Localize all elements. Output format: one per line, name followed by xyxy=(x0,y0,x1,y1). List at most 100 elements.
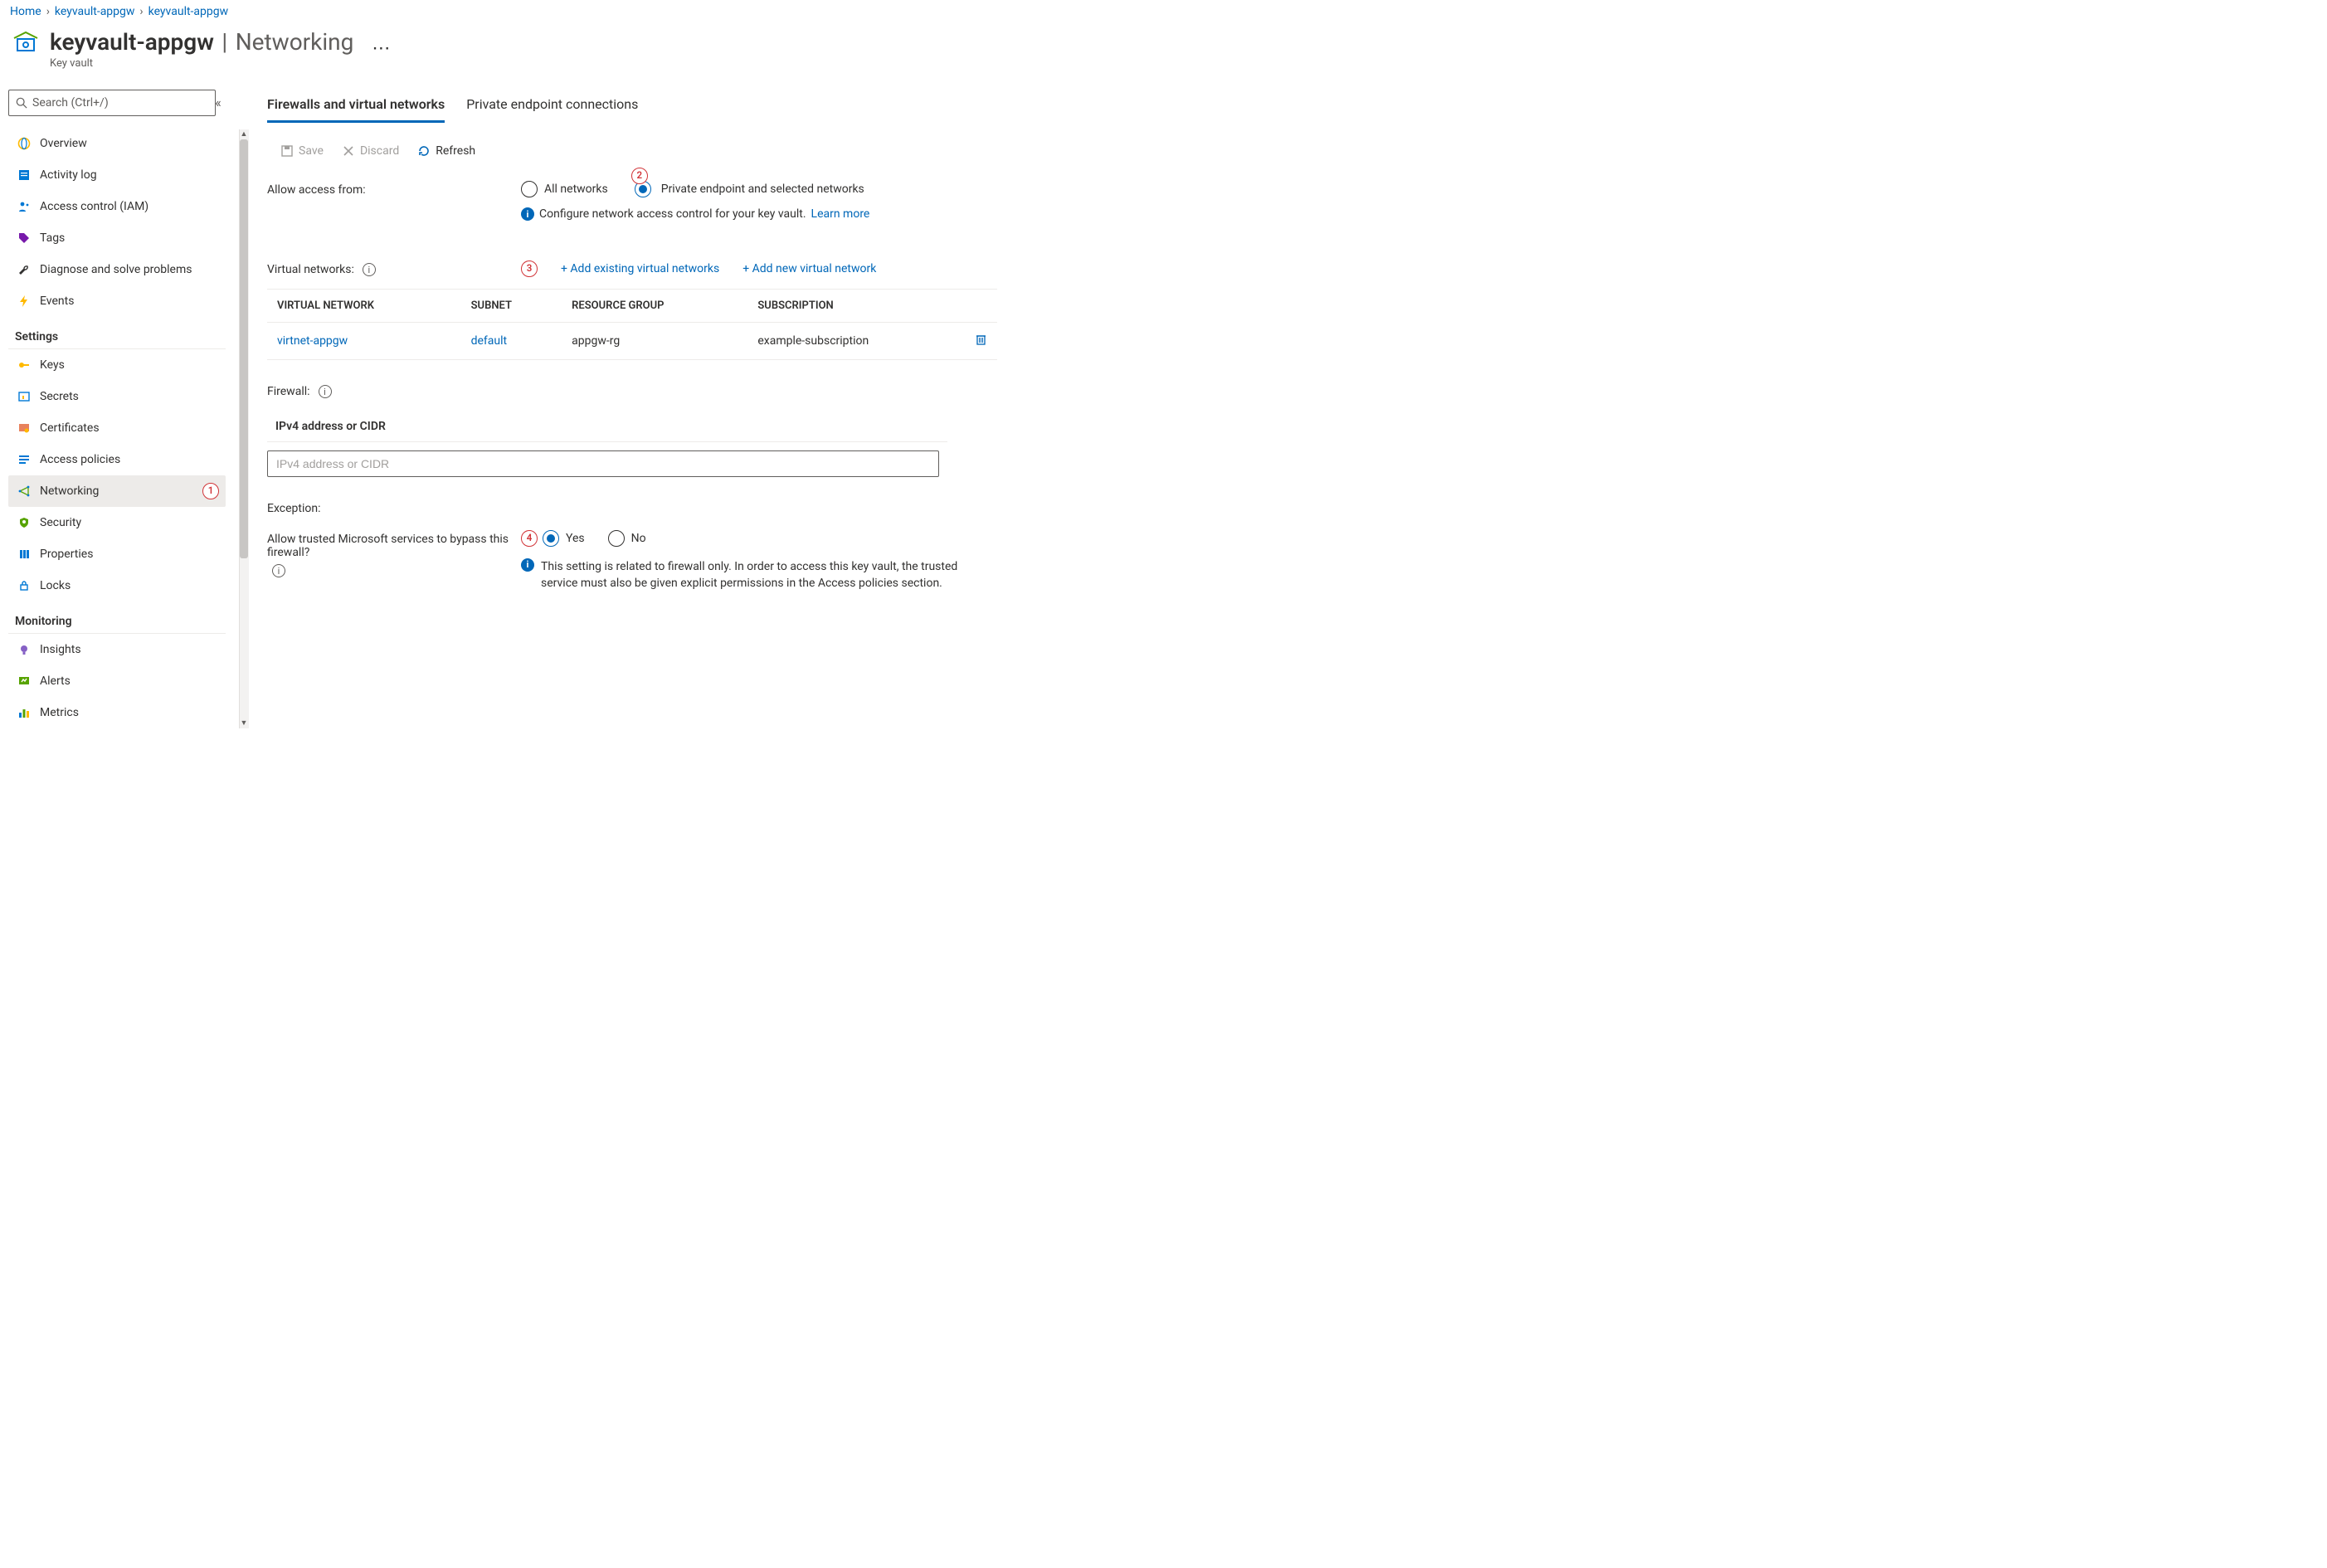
sidebar-item-label: Access control (IAM) xyxy=(40,200,148,213)
sidebar-search-placeholder: Search (Ctrl+/) xyxy=(32,96,109,110)
more-menu-icon[interactable]: ⋯ xyxy=(372,40,392,58)
properties-icon xyxy=(15,548,33,561)
radio-exception-no[interactable]: No xyxy=(608,530,646,547)
add-existing-vnet-link[interactable]: + Add existing virtual networks xyxy=(561,262,719,275)
refresh-label: Refresh xyxy=(436,144,475,158)
radio-exception-yes[interactable]: Yes xyxy=(543,530,585,547)
learn-more-link[interactable]: Learn more xyxy=(811,207,870,221)
search-icon xyxy=(16,97,27,109)
sidebar-item-overview[interactable]: Overview xyxy=(8,128,226,159)
info-outline-icon[interactable]: i xyxy=(363,263,376,276)
radio-label: No xyxy=(631,532,646,545)
page-header: keyvault-appgw | Networking Key vault ⋯ xyxy=(0,22,2327,86)
bolt-icon xyxy=(15,295,33,308)
sidebar-item-properties[interactable]: Properties xyxy=(8,538,226,570)
sidebar-item-metrics[interactable]: Metrics xyxy=(8,697,226,728)
subnet-link[interactable]: default xyxy=(471,334,508,348)
wrench-icon xyxy=(15,263,33,276)
exception-info-text: This setting is related to firewall only… xyxy=(541,558,969,592)
sidebar-item-activity-log[interactable]: Activity log xyxy=(8,159,226,191)
col-vnet: VIRTUAL NETWORK xyxy=(267,290,461,323)
radio-icon xyxy=(608,530,625,547)
keyvault-icon xyxy=(10,28,41,60)
table-row: virtnet-appgw default appgw-rg example-s… xyxy=(267,323,997,360)
sidebar-item-label: Metrics xyxy=(40,706,79,719)
step-badge-3: 3 xyxy=(521,261,538,277)
vnets-label: Virtual networks: xyxy=(267,263,354,276)
sidebar-item-label: Insights xyxy=(40,643,81,656)
breadcrumb-home[interactable]: Home xyxy=(10,5,41,18)
save-button[interactable]: Save xyxy=(274,141,330,161)
vnet-link[interactable]: virtnet-appgw xyxy=(277,334,348,348)
tab-private-endpoints[interactable]: Private endpoint connections xyxy=(466,93,638,123)
info-icon: i xyxy=(521,207,534,221)
sidebar-item-keys[interactable]: Keys xyxy=(8,349,226,381)
tag-icon xyxy=(15,231,33,245)
sidebar-item-certificates[interactable]: Certificates xyxy=(8,412,226,444)
sidebar-item-insights[interactable]: Insights xyxy=(8,634,226,665)
breadcrumb-current[interactable]: keyvault-appgw xyxy=(148,5,229,18)
sidebar-item-tags[interactable]: Tags xyxy=(8,222,226,254)
sidebar-item-networking[interactable]: Networking 1 xyxy=(8,475,226,507)
tab-firewalls[interactable]: Firewalls and virtual networks xyxy=(267,93,445,123)
info-outline-icon[interactable]: i xyxy=(272,564,285,577)
radio-private-endpoint[interactable]: 2 Private endpoint and selected networks xyxy=(635,181,864,197)
refresh-button[interactable]: Refresh xyxy=(411,141,482,161)
radio-icon xyxy=(543,530,559,547)
sidebar-item-locks[interactable]: Locks xyxy=(8,570,226,601)
step-badge-1: 1 xyxy=(202,483,219,499)
cidr-input[interactable] xyxy=(267,450,939,477)
sidebar-item-label: Access policies xyxy=(40,453,120,466)
delete-row-button[interactable] xyxy=(965,323,997,360)
iam-icon xyxy=(15,200,33,213)
sidebar-heading-monitoring: Monitoring xyxy=(8,601,226,634)
sidebar-item-diagnose[interactable]: Diagnose and solve problems xyxy=(8,254,226,285)
toolbar: Save Discard Refresh xyxy=(274,141,2307,161)
sidebar-item-events[interactable]: Events xyxy=(8,285,226,317)
metrics-icon xyxy=(15,706,33,719)
cell-rg: appgw-rg xyxy=(562,323,747,360)
scroll-up-icon[interactable]: ▲ xyxy=(239,129,249,139)
sidebar-item-label: Tags xyxy=(40,231,65,245)
sidebar-item-label: Networking xyxy=(40,485,99,498)
sidebar-item-label: Keys xyxy=(40,358,65,372)
scroll-down-icon[interactable]: ▼ xyxy=(239,718,249,728)
sidebar-item-secrets[interactable]: Secrets xyxy=(8,381,226,412)
chevron-right-icon: › xyxy=(46,5,50,18)
radio-all-networks[interactable]: All networks xyxy=(521,181,608,197)
shield-icon xyxy=(15,516,33,529)
list-icon xyxy=(15,453,33,466)
secret-icon xyxy=(15,390,33,403)
sidebar-item-label: Events xyxy=(40,295,74,308)
add-new-vnet-link[interactable]: + Add new virtual network xyxy=(742,262,876,275)
step-badge-2: 2 xyxy=(631,168,648,184)
sidebar-item-label: Alerts xyxy=(40,674,71,688)
save-icon xyxy=(280,144,294,158)
sidebar-scrollbar[interactable]: ▲ ▼ xyxy=(239,129,249,728)
resource-type: Key vault xyxy=(50,57,353,70)
scrollbar-thumb[interactable] xyxy=(240,139,248,558)
exception-label: Allow trusted Microsoft services to bypa… xyxy=(267,533,521,559)
blade-title: Networking xyxy=(236,28,354,56)
title-separator: | xyxy=(222,28,227,56)
breadcrumb-parent[interactable]: keyvault-appgw xyxy=(55,5,135,18)
chevron-right-icon: › xyxy=(139,5,143,18)
cell-sub: example-subscription xyxy=(747,323,965,360)
radio-icon xyxy=(521,181,538,197)
sidebar-search-input[interactable]: Search (Ctrl+/) xyxy=(8,90,216,116)
info-outline-icon[interactable]: i xyxy=(319,385,332,398)
sidebar-item-label: Properties xyxy=(40,548,93,561)
collapse-sidebar-button[interactable]: « xyxy=(206,95,231,110)
sidebar-item-security[interactable]: Security xyxy=(8,507,226,538)
sidebar-item-label: Secrets xyxy=(40,390,79,403)
discard-label: Discard xyxy=(360,144,399,158)
lock-icon xyxy=(15,579,33,592)
discard-button[interactable]: Discard xyxy=(335,141,406,161)
key-icon xyxy=(15,358,33,372)
sidebar-item-label: Diagnose and solve problems xyxy=(40,263,192,276)
sidebar-item-alerts[interactable]: Alerts xyxy=(8,665,226,697)
sidebar-item-label: Security xyxy=(40,516,81,529)
sidebar-item-iam[interactable]: Access control (IAM) xyxy=(8,191,226,222)
sidebar-item-label: Activity log xyxy=(40,168,97,182)
sidebar-item-access-policies[interactable]: Access policies xyxy=(8,444,226,475)
